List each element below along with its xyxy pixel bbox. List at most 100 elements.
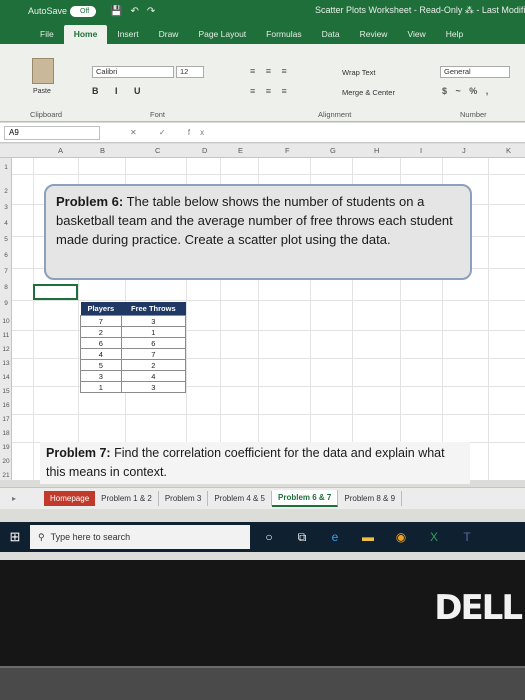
table-cell[interactable]: 2 <box>120 359 187 371</box>
tab-home[interactable]: Home <box>63 25 108 44</box>
col-header-i[interactable]: I <box>420 146 422 155</box>
tab-formulas[interactable]: Formulas <box>256 29 311 44</box>
selected-cell-a9[interactable] <box>33 284 78 300</box>
row-header[interactable]: 13 <box>0 360 12 367</box>
tab-view[interactable]: View <box>397 29 435 44</box>
table-header-row: Players Free Throws <box>80 302 186 316</box>
autosave-label: AutoSave <box>28 6 68 16</box>
table-cell[interactable]: 1 <box>120 326 187 338</box>
sheet-tab-problem-1-2[interactable]: Problem 1 & 2 <box>95 491 159 506</box>
row-header[interactable]: 10 <box>0 318 12 325</box>
merge-center-button[interactable]: Merge & Center <box>342 88 395 97</box>
row-header[interactable]: 8 <box>0 284 12 291</box>
col-header-f[interactable]: F <box>285 146 290 155</box>
tab-file[interactable]: File <box>30 29 64 44</box>
col-header-g[interactable]: G <box>330 146 336 155</box>
col-header-j[interactable]: J <box>462 146 466 155</box>
title-bar: AutoSave Off 💾↶↷ Scatter Plots Worksheet… <box>0 0 525 22</box>
task-view-icon[interactable]: ⧉ <box>288 527 316 547</box>
sheet-tab-homepage[interactable]: Homepage <box>44 491 96 506</box>
row-header[interactable]: 16 <box>0 402 12 409</box>
teams-icon[interactable]: T <box>453 527 481 547</box>
table-cell[interactable]: 7 <box>80 315 122 327</box>
number-format-buttons[interactable]: $ ~ % , <box>442 86 491 96</box>
row-header[interactable]: 21 <box>0 472 12 479</box>
laptop-hinge <box>0 666 525 700</box>
autosave-control[interactable]: AutoSave Off <box>28 5 97 17</box>
row-headers: 1 2 3 4 5 6 7 8 9 10 11 12 13 14 15 16 1… <box>0 158 12 480</box>
row-header[interactable]: 15 <box>0 388 12 395</box>
cortana-icon[interactable]: ○ <box>255 527 283 547</box>
name-box[interactable]: A9 <box>4 125 100 140</box>
col-header-c[interactable]: C <box>155 146 160 155</box>
table-cell[interactable]: 1 <box>80 381 122 393</box>
table-cell[interactable]: 4 <box>120 370 187 382</box>
header-free-throws[interactable]: Free Throws <box>121 302 186 316</box>
row-header[interactable]: 4 <box>0 220 12 227</box>
tab-page-layout[interactable]: Page Layout <box>188 29 256 44</box>
row-header[interactable]: 14 <box>0 374 12 381</box>
col-header-k[interactable]: K <box>506 146 511 155</box>
row-header[interactable]: 3 <box>0 204 12 211</box>
table-cell[interactable]: 6 <box>120 337 187 349</box>
font-style-buttons[interactable]: B I U <box>92 86 148 96</box>
col-header-a[interactable]: A <box>58 146 63 155</box>
sheet-tab-problem-6-7[interactable]: Problem 6 & 7 <box>272 490 339 507</box>
table-cell[interactable]: 3 <box>120 315 187 327</box>
sheet-tab-problem-4-5[interactable]: Problem 4 & 5 <box>208 491 273 506</box>
col-header-e[interactable]: E <box>238 146 243 155</box>
horizontal-align-icons[interactable]: ≡ ≡ ≡ <box>250 86 291 96</box>
taskbar-search[interactable]: ⚲ Type here to search <box>30 525 250 549</box>
header-players[interactable]: Players <box>80 302 122 316</box>
table-cell[interactable]: 6 <box>80 337 122 349</box>
tab-data[interactable]: Data <box>312 29 350 44</box>
row-header[interactable]: 18 <box>0 430 12 437</box>
tab-help[interactable]: Help <box>436 29 473 44</box>
col-header-d[interactable]: D <box>202 146 207 155</box>
tab-insert[interactable]: Insert <box>107 29 148 44</box>
row-header[interactable]: 20 <box>0 458 12 465</box>
tab-draw[interactable]: Draw <box>149 29 189 44</box>
chrome-icon[interactable]: ◉ <box>387 527 415 547</box>
problem-7-label: Problem 7: <box>46 446 111 460</box>
windows-start-icon[interactable]: ⊞ <box>0 529 30 545</box>
vertical-align-icons[interactable]: ≡ ≡ ≡ <box>250 66 291 76</box>
row-header[interactable]: 6 <box>0 252 12 259</box>
sheet-tab-problem-8-9[interactable]: Problem 8 & 9 <box>338 491 403 506</box>
table-cell[interactable]: 5 <box>80 359 122 371</box>
laptop-screen: AutoSave Off 💾↶↷ Scatter Plots Worksheet… <box>0 0 525 560</box>
autosave-toggle[interactable]: Off <box>70 5 97 17</box>
problem-7-text-box: Problem 7: Find the correlation coeffici… <box>40 442 470 484</box>
row-header[interactable]: 9 <box>0 300 12 307</box>
row-header[interactable]: 2 <box>0 188 12 195</box>
number-format-box[interactable]: General <box>440 66 510 78</box>
sheet-tab-problem-3[interactable]: Problem 3 <box>159 491 209 506</box>
font-size-box[interactable]: 12 <box>176 66 204 78</box>
row-header[interactable]: 1 <box>0 164 12 171</box>
col-header-b[interactable]: B <box>100 146 105 155</box>
row-header[interactable]: 19 <box>0 444 12 451</box>
row-header[interactable]: 5 <box>0 236 12 243</box>
tab-review[interactable]: Review <box>350 29 398 44</box>
table-cell[interactable]: 3 <box>80 370 122 382</box>
gridline <box>12 414 525 415</box>
edge-icon[interactable]: e <box>321 527 349 547</box>
row-header[interactable]: 7 <box>0 268 12 275</box>
table-row: 13 <box>80 381 187 393</box>
wrap-text-button[interactable]: Wrap Text <box>342 68 376 77</box>
quick-access-icons[interactable]: 💾↶↷ <box>110 6 163 17</box>
sheet-nav-arrow-icon[interactable]: ▸ <box>12 494 16 503</box>
formula-icons[interactable]: ✕ ✓ fx <box>130 128 214 137</box>
row-header[interactable]: 17 <box>0 416 12 423</box>
row-header[interactable]: 11 <box>0 332 12 339</box>
col-header-h[interactable]: H <box>374 146 379 155</box>
table-cell[interactable]: 7 <box>120 348 187 360</box>
table-cell[interactable]: 2 <box>80 326 122 338</box>
excel-icon[interactable]: X <box>420 527 448 547</box>
paste-icon[interactable] <box>32 58 54 84</box>
table-cell[interactable]: 3 <box>120 381 187 393</box>
file-explorer-icon[interactable]: ▬ <box>354 527 382 547</box>
table-cell[interactable]: 4 <box>80 348 122 360</box>
row-header[interactable]: 12 <box>0 346 12 353</box>
font-name-box[interactable]: Calibri <box>92 66 174 78</box>
